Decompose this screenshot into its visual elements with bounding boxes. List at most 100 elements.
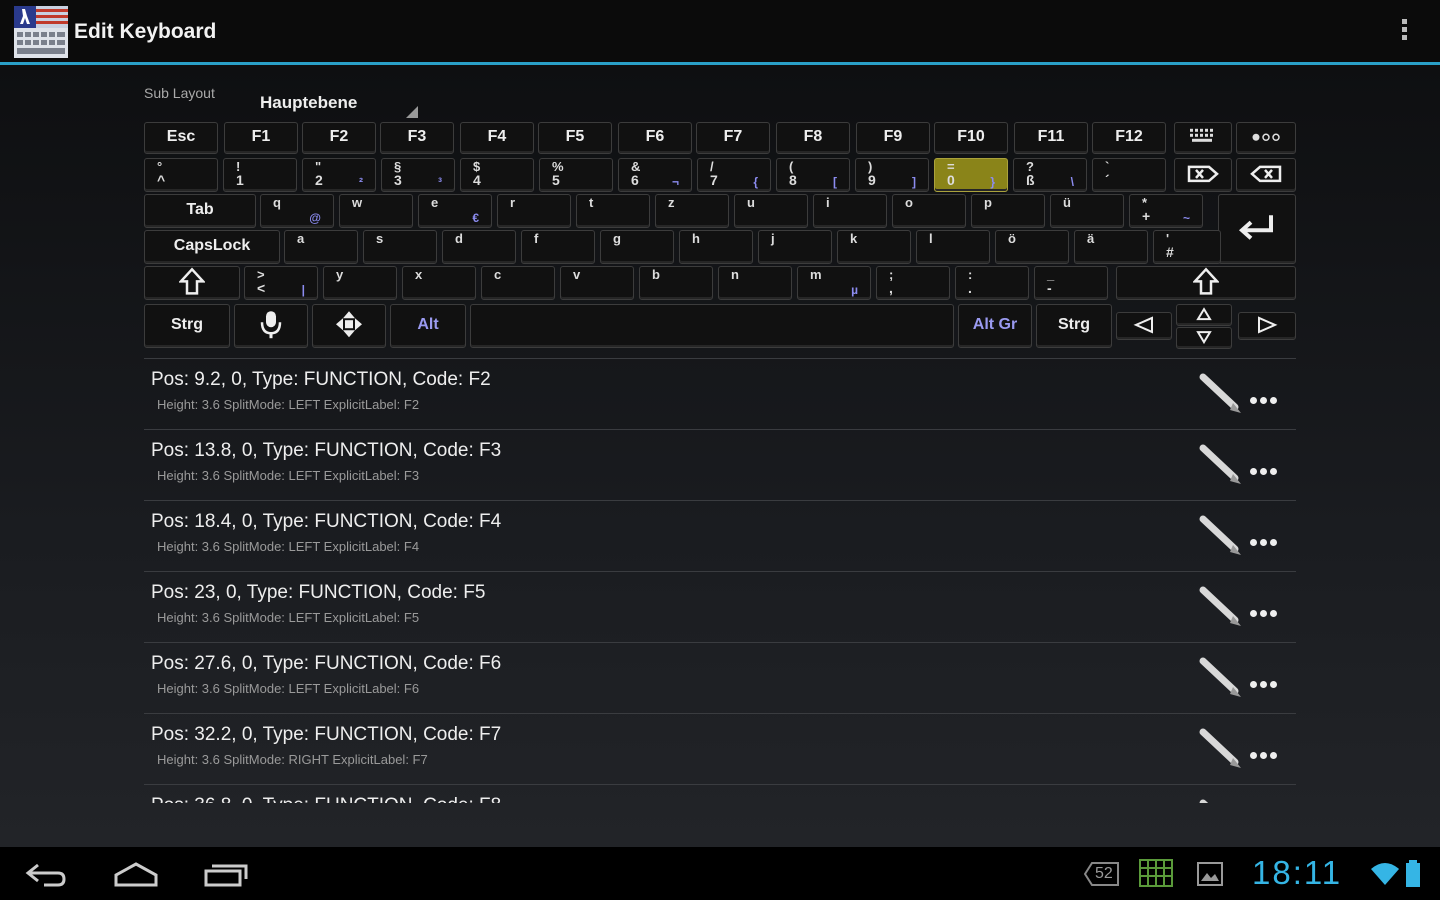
list-item[interactable]: Pos: 27.6, 0, Type: FUNCTION, Code: F6 He… (144, 642, 1296, 714)
alt-gr-key[interactable]: Alt Gr (958, 304, 1032, 348)
key-f8[interactable]: F8 (776, 122, 850, 154)
cursor-pad-key[interactable] (312, 304, 386, 348)
key-ä[interactable]: ä (1074, 230, 1148, 264)
arrow-down-key[interactable] (1176, 327, 1232, 349)
key-c[interactable]: c (481, 266, 555, 300)
key-2[interactable]: ! 1 (223, 158, 297, 192)
list-item[interactable]: Pos: 13.8, 0, Type: FUNCTION, Code: F3 He… (144, 429, 1296, 501)
key-f1[interactable]: F1 (224, 122, 298, 154)
list-item[interactable]: Pos: 9.2, 0, Type: FUNCTION, Code: F2 Hei… (144, 358, 1296, 430)
more-options-icon[interactable] (1250, 462, 1286, 475)
edit-pencil-icon[interactable] (1199, 373, 1245, 415)
key-i[interactable]: i (813, 194, 887, 228)
key-5[interactable]: $4 (460, 158, 534, 192)
key-;[interactable]: ;, (876, 266, 950, 300)
key-8[interactable]: /7{ (697, 158, 771, 192)
list-item[interactable]: Pos: 23, 0, Type: FUNCTION, Code: F5 Heig… (144, 571, 1296, 643)
key-f11[interactable]: F11 (1014, 122, 1088, 154)
key-f6[interactable]: F6 (618, 122, 692, 154)
delete-forward-key[interactable] (1174, 158, 1232, 192)
key-p[interactable]: p (971, 194, 1045, 228)
key-ö[interactable]: ö (995, 230, 1069, 264)
key-6[interactable]: % 5 (539, 158, 613, 192)
more-options-icon[interactable] (1250, 675, 1286, 688)
edit-pencil-icon[interactable] (1199, 444, 1245, 486)
strg-right-key[interactable]: Strg (1036, 304, 1112, 348)
enter-key[interactable] (1218, 194, 1296, 264)
key-y[interactable]: y (323, 266, 397, 300)
microphone-key[interactable] (234, 304, 308, 348)
keyboard-flag-icon[interactable] (14, 6, 68, 58)
key-h[interactable]: h (679, 230, 753, 264)
list-item[interactable]: Pos: 18.4, 0, Type: FUNCTION, Code: F4 He… (144, 500, 1296, 572)
strg-left-key[interactable]: Strg (144, 304, 230, 348)
space-key[interactable] (470, 304, 954, 348)
key-_[interactable]: _ - (1034, 266, 1108, 300)
key-9[interactable]: (8[ (776, 158, 850, 192)
key-d[interactable]: d (442, 230, 516, 264)
key-10[interactable]: ) 9] (855, 158, 929, 192)
edit-pencil-icon[interactable] (1199, 657, 1245, 699)
edit-pencil-icon[interactable] (1199, 586, 1245, 628)
alt-key[interactable]: Alt (390, 304, 466, 348)
home-icon[interactable] (112, 861, 160, 889)
more-keys-key[interactable] (1236, 122, 1296, 154)
overflow-menu-icon[interactable] (1394, 16, 1414, 48)
key-f10[interactable]: F10 (934, 122, 1008, 154)
key-1[interactable]: ° ^ (144, 158, 218, 192)
key-w[interactable]: w (339, 194, 413, 228)
more-options-icon[interactable] (1250, 604, 1286, 617)
shift-right-key[interactable] (1116, 266, 1296, 300)
key->[interactable]: > < | (244, 266, 318, 300)
edit-pencil-icon[interactable] (1199, 728, 1245, 770)
gallery-icon[interactable] (1196, 861, 1224, 887)
keyboard-hide-key[interactable] (1174, 122, 1232, 154)
key-f4[interactable]: F4 (460, 122, 534, 154)
arrow-left-key[interactable] (1116, 312, 1172, 340)
tab-key[interactable]: Tab (144, 194, 256, 228)
key-f[interactable]: f (521, 230, 595, 264)
back-icon[interactable] (24, 861, 68, 889)
key-z[interactable]: z (655, 194, 729, 228)
key-f9[interactable]: F9 (856, 122, 930, 154)
key-f5[interactable]: F5 (538, 122, 612, 154)
key-*[interactable]: * + ~ (1129, 194, 1203, 228)
key-l[interactable]: l (916, 230, 990, 264)
list-item[interactable]: Pos: 32.2, 0, Type: FUNCTION, Code: F7 He… (144, 713, 1296, 785)
key-k[interactable]: k (837, 230, 911, 264)
key-f3[interactable]: F3 (380, 122, 454, 154)
key-s[interactable]: s (363, 230, 437, 264)
key-m[interactable]: mµ (797, 266, 871, 300)
edit-pencil-icon[interactable] (1199, 515, 1245, 557)
key-r[interactable]: r (497, 194, 571, 228)
key-3[interactable]: " 2 ² (302, 158, 376, 192)
key-f7[interactable]: F7 (696, 122, 770, 154)
key-v[interactable]: v (560, 266, 634, 300)
key-4[interactable]: § 3 ³ (381, 158, 455, 192)
key-a[interactable]: a (284, 230, 358, 264)
key-x[interactable]: x (402, 266, 476, 300)
key-b[interactable]: b (639, 266, 713, 300)
key-j[interactable]: j (758, 230, 832, 264)
key-12[interactable]: ? ß \ (1013, 158, 1087, 192)
notification-count-badge[interactable]: 52 (1084, 861, 1120, 887)
key-g[interactable]: g (600, 230, 674, 264)
more-options-icon[interactable] (1250, 533, 1286, 546)
key-13[interactable]: ` ´ (1092, 158, 1166, 192)
key-n[interactable]: n (718, 266, 792, 300)
list-item[interactable]: Pos: 36.8, 0, Type: FUNCTION, Code: F8 (144, 784, 1296, 803)
backspace-key[interactable] (1236, 158, 1296, 192)
edit-pencil-icon[interactable] (1199, 799, 1245, 803)
key-f12[interactable]: F12 (1092, 122, 1166, 154)
key-ü[interactable]: ü (1050, 194, 1124, 228)
shift-left-key[interactable] (144, 266, 240, 300)
recent-apps-icon[interactable] (202, 861, 250, 889)
sub-layout-spinner[interactable]: Hauptebene (252, 86, 418, 118)
key-u[interactable]: u (734, 194, 808, 228)
key-11[interactable]: = 0} (934, 158, 1008, 192)
key-'[interactable]: ' # (1153, 230, 1221, 264)
key-q[interactable]: q @ (260, 194, 334, 228)
key-o[interactable]: o (892, 194, 966, 228)
key-t[interactable]: t (576, 194, 650, 228)
key-f2[interactable]: F2 (302, 122, 376, 154)
